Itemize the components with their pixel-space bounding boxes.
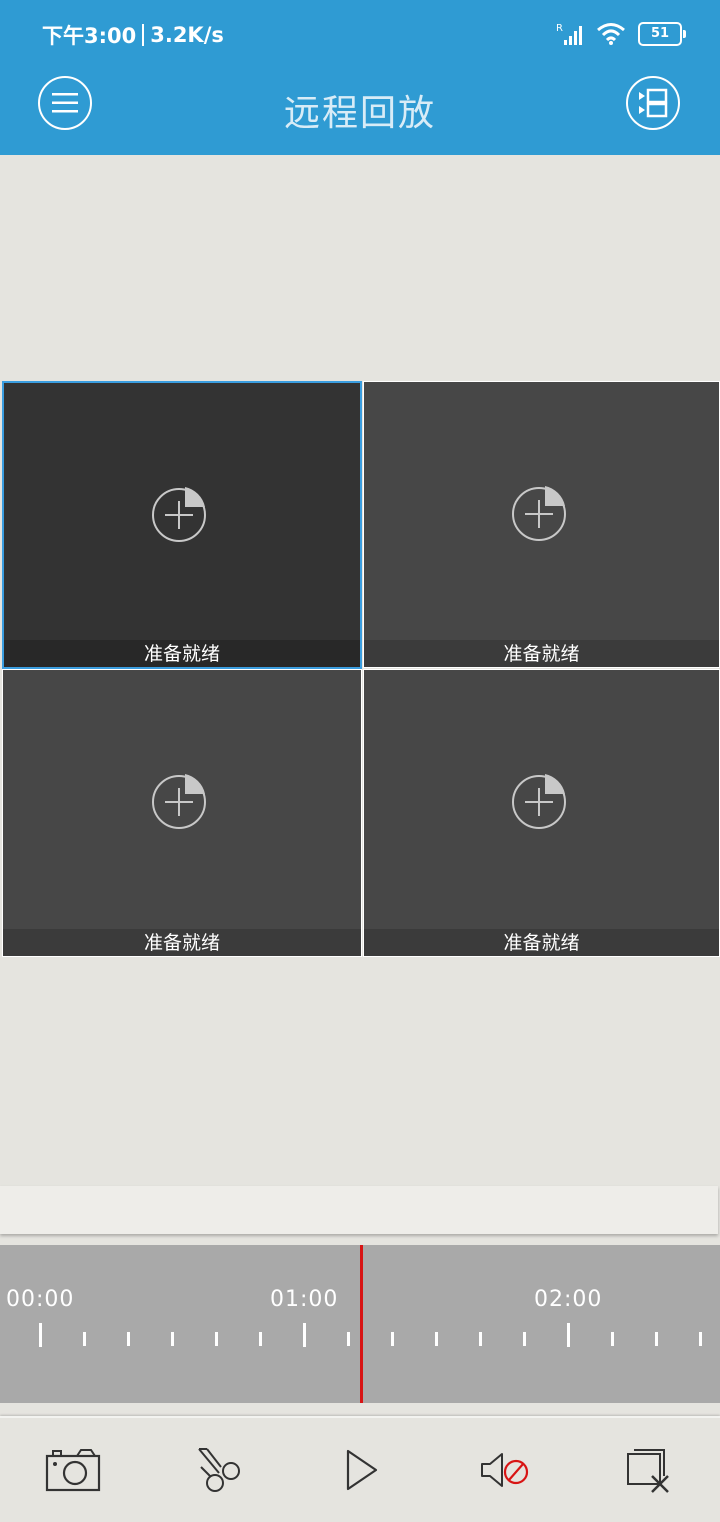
status-separator [142, 24, 145, 46]
play-button[interactable] [332, 1444, 392, 1496]
page-title: 远程回放 [283, 93, 436, 134]
timeline-major-tick [303, 1323, 306, 1347]
cell-status-label: 准备就绪 [364, 929, 719, 956]
clip-button[interactable] [186, 1444, 246, 1496]
mute-button[interactable] [474, 1444, 534, 1496]
svg-text:R: R [556, 23, 563, 34]
add-channel-icon[interactable] [151, 770, 213, 832]
video-grid: 准备就绪 准备就绪 准备就绪 准备就绪 [2, 381, 720, 957]
timeline-minor-tick [479, 1332, 482, 1346]
timeline-minor-tick [259, 1332, 262, 1346]
play-icon [346, 1449, 378, 1491]
timeline-playhead[interactable] [360, 1245, 363, 1403]
status-time: 下午3:00 [42, 24, 137, 48]
close-window-icon [627, 1449, 669, 1493]
add-channel-icon[interactable] [151, 483, 213, 545]
bottom-toolbar [0, 1416, 720, 1522]
battery-icon: 51 [638, 22, 686, 46]
timeline-label: 00:00 [6, 1287, 75, 1312]
video-cell-2[interactable]: 准备就绪 [363, 381, 720, 668]
timeline-minor-tick [523, 1332, 526, 1346]
video-cell-4[interactable]: 准备就绪 [363, 669, 720, 957]
timeline-major-tick [567, 1323, 570, 1347]
timeline-minor-tick [83, 1332, 86, 1346]
timeline-label: 02:00 [534, 1287, 603, 1312]
status-bar-right: R 51 [556, 22, 686, 46]
timeline-minor-tick [655, 1332, 658, 1346]
progress-strip[interactable] [0, 1186, 718, 1234]
snapshot-button[interactable] [43, 1444, 103, 1496]
video-cell-1[interactable]: 准备就绪 [2, 381, 362, 669]
app-header: 下午3:00 3.2K/s R 51 远程回放 [0, 0, 720, 155]
timeline-minor-tick [127, 1332, 130, 1346]
wifi-icon [597, 23, 625, 45]
timeline-minor-tick [171, 1332, 174, 1346]
timeline-minor-tick [347, 1332, 350, 1346]
battery-level: 51 [650, 26, 670, 41]
playlist-button[interactable] [626, 76, 680, 130]
status-bar-left: 下午3:00 3.2K/s [42, 20, 224, 50]
playlist-icon [639, 88, 668, 118]
video-cell-3[interactable]: 准备就绪 [2, 669, 362, 957]
mute-icon [481, 1453, 529, 1487]
timeline-major-tick [39, 1323, 42, 1347]
cell-status-label: 准备就绪 [4, 640, 360, 667]
scissors-icon [198, 1448, 240, 1492]
timeline-minor-tick [215, 1332, 218, 1346]
add-channel-icon[interactable] [511, 482, 573, 544]
camera-icon [45, 1449, 101, 1492]
cell-status-label: 准备就绪 [364, 640, 719, 667]
timeline-minor-tick [611, 1332, 614, 1346]
timeline-label: 01:00 [270, 1287, 339, 1312]
timeline-minor-tick [435, 1332, 438, 1346]
cell-status-label: 准备就绪 [3, 929, 361, 956]
signal-icon: R [556, 23, 582, 45]
timeline-minor-tick [391, 1332, 394, 1346]
playback-timeline[interactable]: 00:00 01:00 02:00 [0, 1245, 720, 1403]
close-window-button[interactable] [618, 1444, 678, 1496]
timeline-minor-tick [699, 1332, 702, 1346]
status-network-speed: 3.2K/s [150, 23, 224, 47]
add-channel-icon[interactable] [511, 770, 573, 832]
